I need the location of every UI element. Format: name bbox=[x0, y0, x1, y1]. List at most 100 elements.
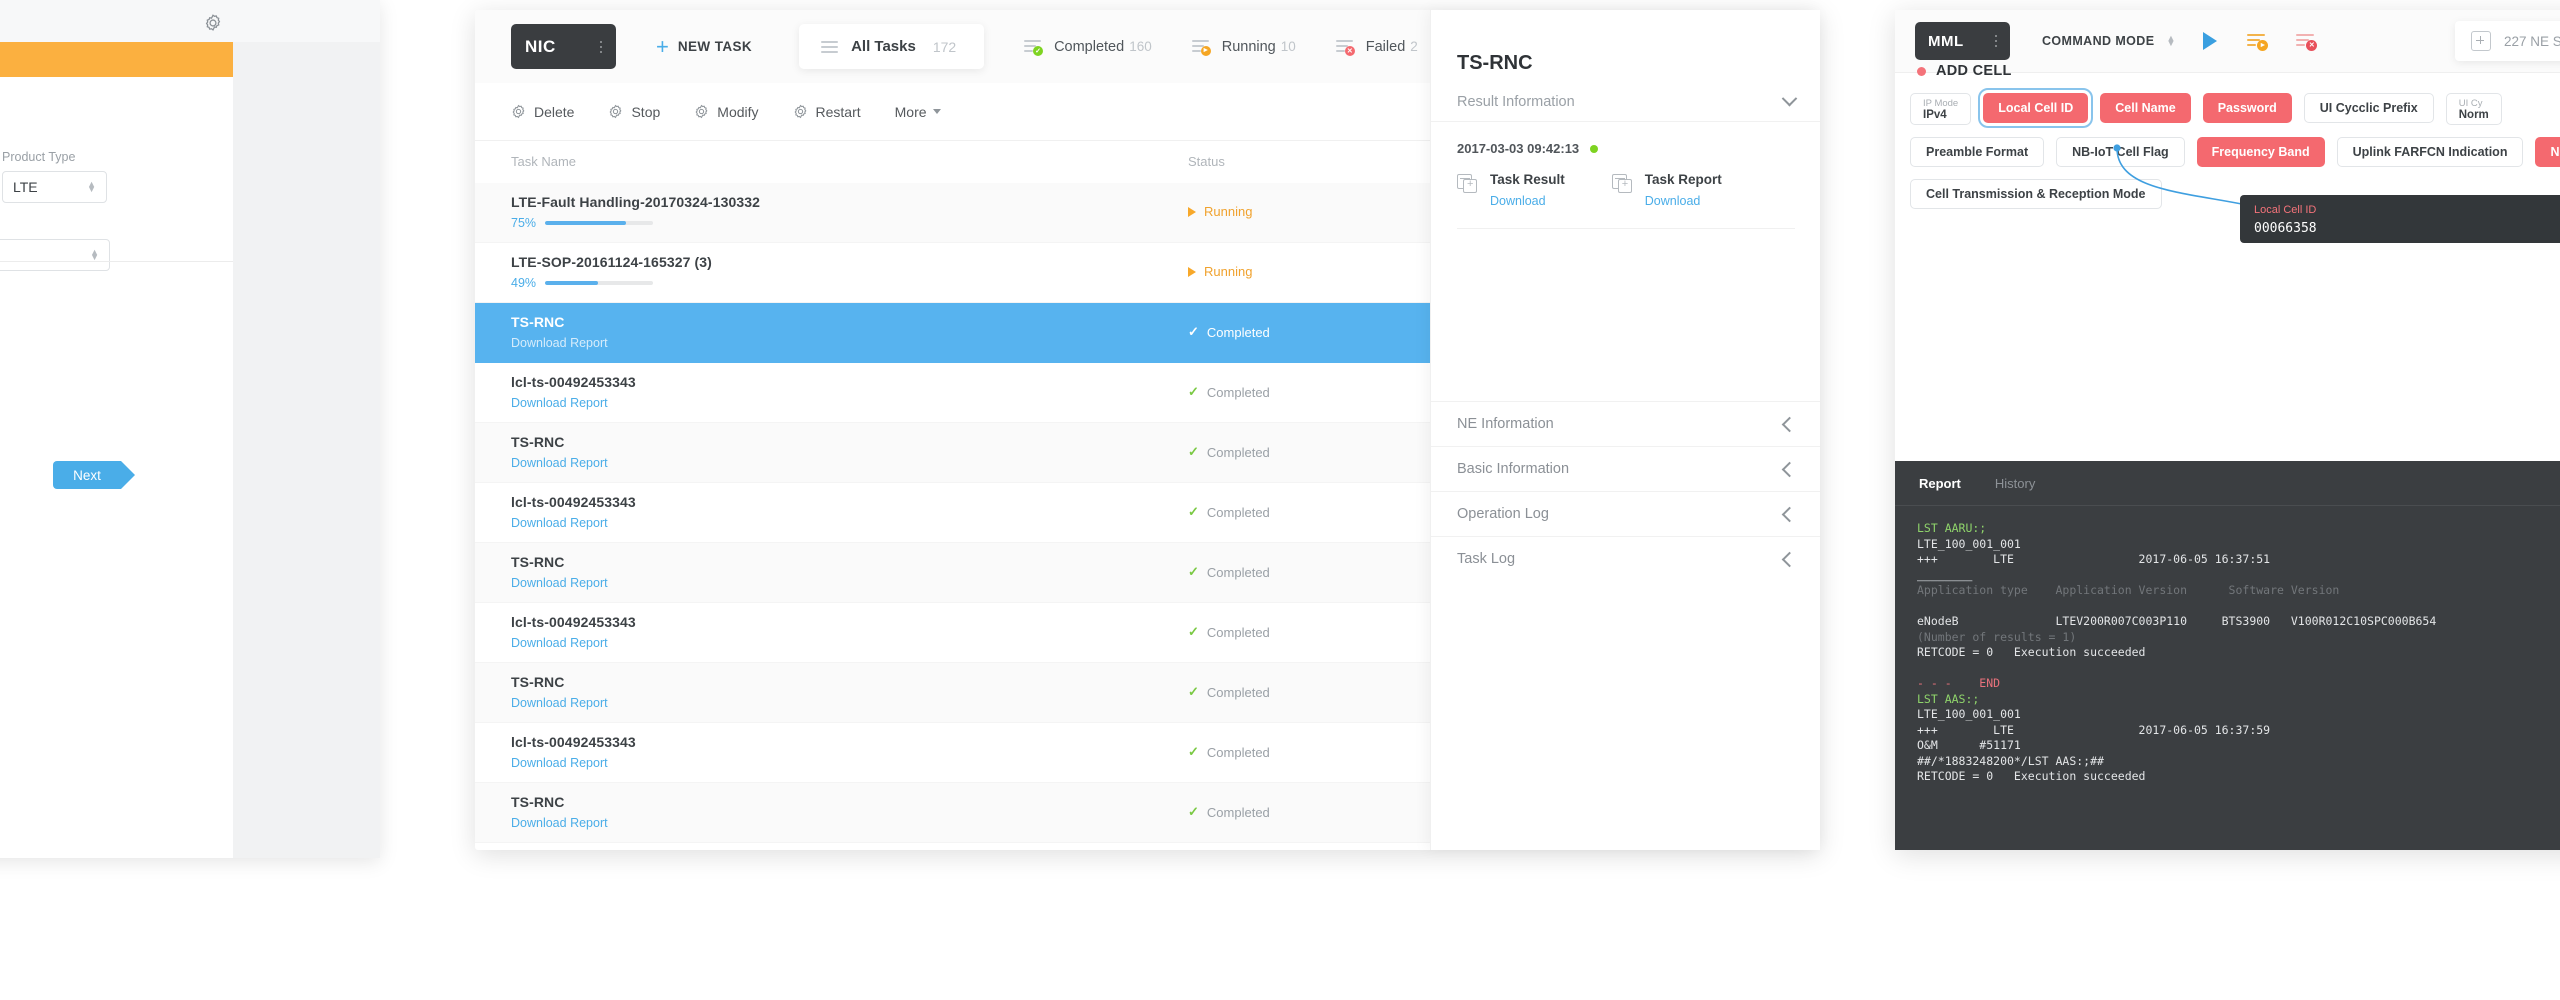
chip-ui-cycclic-prefix[interactable]: UI Cycclic Prefix bbox=[2304, 93, 2434, 123]
task-detail-panel: TS-RNC Result Information 2017-03-03 09:… bbox=[1430, 10, 1820, 850]
left-field-3-select[interactable]: ected ▲▼ bbox=[0, 239, 110, 271]
accordion-item-task-log[interactable]: Task Log bbox=[1431, 536, 1820, 581]
download-report-link[interactable]: Download Report bbox=[511, 576, 608, 590]
accordion-item-operation-log[interactable]: Operation Log bbox=[1431, 491, 1820, 536]
filter-running[interactable]: ► Running10 bbox=[1192, 38, 1296, 56]
status-label: Completed bbox=[1207, 625, 1270, 640]
status-label: Completed bbox=[1207, 805, 1270, 820]
console-line: +++ LTE 2017-06-05 16:37:51 bbox=[1917, 552, 2560, 568]
accordion-label: Basic Information bbox=[1457, 461, 1569, 477]
more-dots-icon[interactable] bbox=[600, 41, 602, 53]
gear-icon bbox=[608, 104, 623, 119]
plus-icon: + bbox=[656, 40, 669, 54]
accordion-label: NE Information bbox=[1457, 416, 1554, 432]
task-name: lcl-ts-00492453343 bbox=[511, 614, 636, 630]
task-result-download-link[interactable]: Download bbox=[1490, 194, 1565, 208]
progress-percent: 75% bbox=[511, 216, 536, 230]
product-type-label: Product Type bbox=[2, 150, 107, 164]
chevron-left-icon[interactable] bbox=[1782, 506, 1798, 522]
task-name: lcl-ts-00492453343 bbox=[511, 374, 636, 390]
mml-app-chip[interactable]: MML bbox=[1915, 22, 2010, 60]
progress-indicator: 49% bbox=[511, 276, 712, 290]
new-task-button[interactable]: + NEW TASK bbox=[656, 39, 752, 54]
task-result-file[interactable]: Task Result Download bbox=[1457, 171, 1565, 208]
progress-fill bbox=[545, 221, 626, 225]
download-report-link[interactable]: Download Report bbox=[511, 756, 636, 770]
download-report-link[interactable]: Download Report bbox=[511, 336, 608, 350]
chip-n[interactable]: N bbox=[2535, 137, 2560, 167]
chevron-down-icon[interactable] bbox=[1782, 91, 1798, 107]
download-report-link[interactable]: Download Report bbox=[511, 396, 636, 410]
left-divider bbox=[0, 261, 233, 262]
filter-running-count: 10 bbox=[1281, 39, 1296, 54]
console-line: LST AAS:; bbox=[1917, 692, 2560, 708]
result-information-section[interactable]: Result Information bbox=[1431, 82, 1820, 122]
more-menu-button[interactable]: More bbox=[895, 104, 941, 120]
chip-local-cell-id[interactable]: Local Cell ID bbox=[1983, 93, 2088, 123]
add-cell-header: ADD CELL bbox=[1917, 63, 2012, 79]
console-line bbox=[1917, 661, 2560, 677]
product-type-select[interactable]: LTE ▲▼ bbox=[2, 171, 107, 203]
download-report-link[interactable]: Download Report bbox=[511, 636, 636, 650]
command-mode-label: COMMAND MODE bbox=[2042, 34, 2154, 48]
task-report-download-link[interactable]: Download bbox=[1645, 194, 1722, 208]
download-report-link[interactable]: Download Report bbox=[511, 696, 608, 710]
chip-cell-transmission-reception-mode[interactable]: Cell Transmission & Reception Mode bbox=[1910, 179, 2162, 209]
task-result-title: Task Result bbox=[1490, 172, 1565, 187]
task-report-file[interactable]: Task Report Download bbox=[1612, 171, 1722, 208]
filter-failed[interactable]: ✕ Failed2 bbox=[1336, 38, 1418, 56]
column-task-name: Task Name bbox=[511, 154, 576, 169]
status-label: Running bbox=[1204, 264, 1252, 279]
chevron-left-icon[interactable] bbox=[1782, 551, 1798, 567]
chip-nb-iot-cell-flag[interactable]: NB-IoT Cell Flag bbox=[2056, 137, 2185, 167]
left-field-3[interactable]: ame ected ▲▼ bbox=[0, 218, 110, 271]
nic-app-chip[interactable]: NIC bbox=[511, 24, 616, 69]
product-type-field[interactable]: Product Type LTE ▲▼ bbox=[2, 150, 107, 203]
delete-label: Delete bbox=[534, 104, 574, 120]
delete-button[interactable]: Delete bbox=[511, 104, 574, 120]
accordion-item-basic-information[interactable]: Basic Information bbox=[1431, 446, 1820, 491]
next-button[interactable]: Next bbox=[53, 461, 121, 489]
chip-frequency-band[interactable]: Frequency Band bbox=[2197, 137, 2325, 167]
all-tasks-filter[interactable]: All Tasks 172 bbox=[799, 24, 984, 69]
console-output: LST AARU:;LTE_100_001_001+++ LTE 2017-06… bbox=[1917, 521, 2560, 785]
chevron-left-icon[interactable] bbox=[1782, 461, 1798, 477]
status-label: Completed bbox=[1207, 745, 1270, 760]
modify-button[interactable]: Modify bbox=[694, 104, 758, 120]
chevron-left-icon[interactable] bbox=[1782, 416, 1798, 432]
tab-report[interactable]: Report bbox=[1919, 476, 1961, 491]
command-mode-select[interactable]: COMMAND MODE ▲▼ bbox=[2042, 34, 2175, 48]
download-report-link[interactable]: Download Report bbox=[511, 516, 636, 530]
status-badge: ✓Completed bbox=[1188, 444, 1270, 460]
task-name: TS-RNC bbox=[511, 554, 608, 570]
filter-completed[interactable]: ✓ Completed160 bbox=[1024, 38, 1152, 56]
chip-ui-cy[interactable]: UI CyNorm bbox=[2446, 93, 2502, 125]
chip-cell-name[interactable]: Cell Name bbox=[2100, 93, 2190, 123]
list-check-icon: ✓ bbox=[1024, 40, 1042, 54]
check-icon: ✓ bbox=[1188, 504, 1199, 520]
ne-select-button[interactable]: 227 NE Selected bbox=[2455, 21, 2560, 61]
result-files: Task Result Download Task Report Downloa… bbox=[1457, 171, 1722, 208]
chip-row: IP ModeIPv4 Local Cell ID Cell Name Passwor… bbox=[1910, 93, 2560, 125]
console-line: RETCODE = 0 Execution succeeded bbox=[1917, 769, 2560, 785]
console-line: O&M #51171 bbox=[1917, 738, 2560, 754]
chip-value: IPv4 bbox=[1923, 109, 1947, 121]
play-icon[interactable] bbox=[2203, 32, 2217, 50]
next-button-arrow[interactable] bbox=[121, 461, 135, 489]
list-error-icon[interactable]: ✕ bbox=[2296, 34, 2315, 49]
tab-history[interactable]: History bbox=[1995, 476, 2035, 491]
more-dots-icon[interactable] bbox=[1995, 35, 1997, 47]
status-label: Completed bbox=[1207, 685, 1270, 700]
gear-icon[interactable] bbox=[202, 12, 224, 34]
chip-ip-mode[interactable]: IP ModeIPv4 bbox=[1910, 93, 1971, 125]
left-wizard-panel: iled2 Product Type LTE ▲▼ ame ect bbox=[0, 0, 380, 858]
chip-uplink-farfcn-indication[interactable]: Uplink FARFCN Indication bbox=[2337, 137, 2524, 167]
stop-button[interactable]: Stop bbox=[608, 104, 660, 120]
chip-preamble-format[interactable]: Preamble Format bbox=[1910, 137, 2044, 167]
accordion-item-ne-information[interactable]: NE Information bbox=[1431, 401, 1820, 446]
list-warning-icon[interactable]: ► bbox=[2247, 34, 2266, 49]
restart-button[interactable]: Restart bbox=[793, 104, 861, 120]
download-report-link[interactable]: Download Report bbox=[511, 456, 608, 470]
download-report-link[interactable]: Download Report bbox=[511, 816, 608, 830]
chip-password[interactable]: Password bbox=[2203, 93, 2292, 123]
